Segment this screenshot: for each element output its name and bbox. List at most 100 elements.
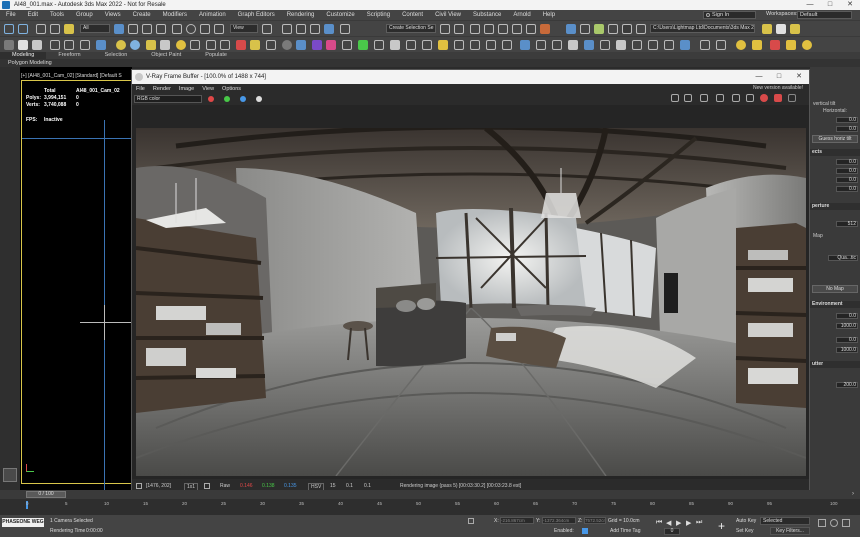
render-setup-icon[interactable] (566, 24, 576, 34)
box-icon[interactable] (390, 40, 400, 50)
noise-icon[interactable] (664, 40, 674, 50)
tree-icon[interactable] (358, 40, 368, 50)
pan-icon[interactable] (842, 519, 850, 527)
tab-selection[interactable]: Selection (93, 52, 140, 59)
aperture-rollout[interactable]: perture (810, 203, 860, 210)
vertical-tilt-field[interactable]: 0.0 (836, 117, 858, 123)
a360-gallery-icon[interactable] (622, 24, 632, 34)
shell-icon[interactable] (568, 40, 578, 50)
no-map-button[interactable]: No Map (812, 285, 858, 293)
effects-rollout[interactable]: ects (810, 149, 860, 156)
time-slider-thumb[interactable]: 0 / 100 (26, 491, 66, 498)
shape-icon[interactable] (454, 40, 464, 50)
go-to-end-icon[interactable]: ⏭ (696, 519, 702, 527)
channel-select[interactable]: RGB color (134, 95, 202, 103)
menu-create[interactable]: Create (127, 12, 157, 18)
vray-vfb-icon[interactable] (776, 24, 786, 34)
volume-icon[interactable] (312, 40, 322, 50)
fog-icon[interactable] (220, 40, 230, 50)
key-filters-button[interactable]: Key Filters... (770, 527, 810, 535)
horizontal-tilt-field[interactable]: 0.0 (836, 126, 858, 132)
ball-icon[interactable] (282, 40, 292, 50)
next-frame-icon[interactable]: ▶ (686, 519, 691, 527)
menu-content[interactable]: Content (396, 12, 429, 18)
menu-modifiers[interactable]: Modifiers (157, 12, 193, 18)
selection-filter-select[interactable]: All (80, 24, 110, 33)
menu-graph-editors[interactable]: Graph Editors (232, 12, 281, 18)
menu-help[interactable]: Help (537, 12, 561, 18)
displace-icon[interactable] (680, 40, 690, 50)
sphere-prim-icon[interactable] (406, 40, 416, 50)
rect-selection-icon[interactable] (142, 24, 152, 34)
env-far-2-field[interactable]: 1000.0 (836, 347, 858, 353)
prev-frame-icon[interactable]: ◀ (666, 519, 671, 527)
clipper-icon[interactable] (266, 40, 276, 50)
vfb-menu-render[interactable]: Render (149, 86, 175, 92)
time-slider[interactable]: 0 / 100 › (0, 490, 860, 499)
z-coord-field[interactable]: 7572.52cm (584, 517, 606, 524)
scene-explorer-icon[interactable] (470, 24, 480, 34)
cylinder-prim-icon[interactable] (422, 40, 432, 50)
ies-light-icon[interactable] (146, 40, 156, 50)
orbit-icon[interactable] (830, 519, 838, 527)
render-production-icon[interactable] (594, 24, 604, 34)
mesh-light-icon[interactable] (160, 40, 170, 50)
turbosmooth-icon[interactable] (584, 40, 594, 50)
minimize-button[interactable]: — (800, 0, 820, 10)
spacewarp-icon[interactable] (486, 40, 496, 50)
vray-fur-icon[interactable] (64, 40, 74, 50)
select-by-name-icon[interactable] (128, 24, 138, 34)
taper-icon[interactable] (632, 40, 642, 50)
enabled-checkbox[interactable] (582, 528, 588, 534)
region-render-icon[interactable] (716, 94, 724, 102)
effects-field-4[interactable]: 0.0 (836, 186, 858, 192)
vray-render-icon[interactable] (762, 24, 772, 34)
spinner-snap-icon[interactable] (324, 24, 334, 34)
menu-edit[interactable]: Edit (22, 12, 44, 18)
load-image-icon[interactable] (684, 94, 692, 102)
menu-animation[interactable]: Animation (193, 12, 232, 18)
x-coord-field[interactable]: -216.867cm (500, 517, 534, 524)
vfb-menu-options[interactable]: Options (218, 86, 245, 92)
bend-icon[interactable] (616, 40, 626, 50)
current-frame-field[interactable]: 0 (664, 528, 680, 535)
place-icon[interactable] (214, 24, 224, 34)
env-near-field[interactable]: 0.0 (836, 313, 858, 319)
vray-plane-icon[interactable] (80, 40, 90, 50)
vray-sun-icon[interactable] (18, 40, 28, 50)
material-editor-icon[interactable] (540, 24, 550, 34)
maximize-button[interactable]: □ (820, 0, 840, 10)
tab-freeform[interactable]: Freeform (46, 52, 92, 59)
quality-select[interactable]: Qua...tic (828, 255, 858, 261)
time-slider-next-icon[interactable]: › (852, 491, 854, 497)
snap-3d-icon[interactable] (282, 24, 292, 34)
angle-snap-icon[interactable] (296, 24, 306, 34)
mirror-icon[interactable] (440, 24, 450, 34)
scatter-icon[interactable] (250, 40, 260, 50)
lock-selection-icon[interactable] (468, 518, 474, 524)
pivot-icon[interactable] (262, 24, 272, 34)
project-folder-icon[interactable] (636, 24, 646, 34)
sun-position-icon[interactable] (736, 40, 746, 50)
go-to-start-icon[interactable]: ⏮ (656, 519, 662, 527)
play-icon[interactable]: ▶ (676, 519, 681, 527)
key-mode-icon[interactable]: + (718, 519, 725, 533)
environment-rollout[interactable]: Environment (810, 301, 860, 308)
menu-file[interactable]: File (0, 12, 22, 18)
vfb-menu-view[interactable]: View (198, 86, 218, 92)
save-image-icon[interactable] (671, 94, 679, 102)
stop-render-icon[interactable] (788, 94, 796, 102)
shutter-rollout[interactable]: utter (810, 361, 860, 368)
link-3dsmax-icon[interactable] (746, 94, 754, 102)
helper-icon[interactable] (470, 40, 480, 50)
menu-views[interactable]: Views (99, 12, 127, 18)
menu-scripting[interactable]: Scripting (361, 12, 396, 18)
unlink-icon[interactable] (50, 24, 60, 34)
vray-dome-icon[interactable] (32, 40, 42, 50)
workspace-select[interactable]: Default (797, 11, 852, 19)
menu-civil-view[interactable]: Civil View (429, 12, 467, 18)
systems-icon[interactable] (502, 40, 512, 50)
tab-object-paint[interactable]: Object Paint (139, 52, 193, 59)
mono-channel-icon[interactable] (256, 96, 262, 102)
edit-poly-icon[interactable] (552, 40, 562, 50)
